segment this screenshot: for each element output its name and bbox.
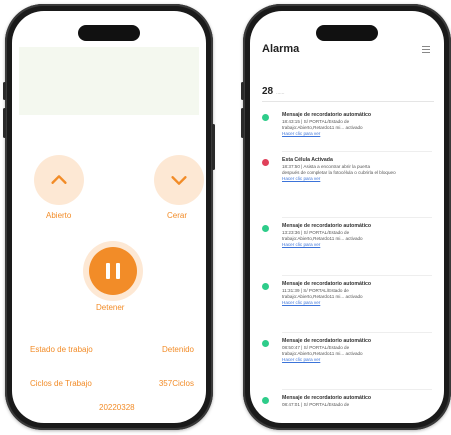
status-dot xyxy=(262,283,269,290)
notification-title: Mensaje de recordatorio automático xyxy=(282,281,372,287)
notification-body: Mensaje de recordatorio automático 11:31:… xyxy=(282,281,432,306)
side-button xyxy=(3,82,6,100)
notification-title: Mensaje de recordatorio automático xyxy=(282,223,372,229)
menu-icon[interactable] xyxy=(422,46,430,55)
chevron-down-icon xyxy=(171,176,187,185)
close-button[interactable] xyxy=(154,155,204,205)
close-label: Cerar xyxy=(167,211,188,220)
side-button xyxy=(241,82,244,100)
notification-title: Mensaje de recordatorio automático xyxy=(282,112,372,118)
control-screen: Abierto Cerar Detener Estado de trabajo … xyxy=(12,11,206,423)
notification-body: Mensaje de recordatorio automático 08:47:… xyxy=(282,395,432,408)
open-label: Abierto xyxy=(46,211,72,220)
side-button xyxy=(212,124,215,170)
stop-button[interactable] xyxy=(89,247,137,295)
notification-line: 08:47:01 | S/ PORTAL/Estado de xyxy=(282,402,350,407)
cycles-label: Ciclos de Trabajo xyxy=(30,379,92,388)
notification-title: Mensaje de recordatorio automático xyxy=(282,395,372,401)
status-dot xyxy=(262,225,269,232)
status-dot xyxy=(262,397,269,404)
phone-control: Abierto Cerar Detener Estado de trabajo … xyxy=(3,4,215,430)
date-header: 28...... xyxy=(262,86,284,97)
status-dot xyxy=(262,340,269,347)
date-code: 20220328 xyxy=(99,403,135,412)
side-button xyxy=(241,108,244,138)
alarm-screen: Alarma 28...... Mensaje de recordatorio … xyxy=(250,11,444,423)
work-state-value: Detenido xyxy=(161,345,194,354)
notification-body: Mensaje de recordatorio automático 18:43:… xyxy=(282,112,432,137)
divider xyxy=(282,151,432,152)
notch xyxy=(78,25,140,41)
side-button xyxy=(3,108,6,138)
date-day: 28 xyxy=(262,86,274,97)
pause-icon xyxy=(106,263,110,279)
date-sub: ...... xyxy=(276,90,285,96)
notification-body: Esta Célula Activada 18:37:50 | Asista a … xyxy=(282,157,432,182)
divider xyxy=(262,101,434,102)
status-panel xyxy=(19,47,199,115)
view-link[interactable]: Hacer clic para ver xyxy=(282,176,432,182)
notification-body: Mensaje de recordatorio automático 08:50:… xyxy=(282,338,432,363)
divider xyxy=(282,217,432,218)
page-title: Alarma xyxy=(262,43,300,55)
divider xyxy=(282,332,432,333)
phone-alarm: Alarma 28...... Mensaje de recordatorio … xyxy=(241,4,451,430)
divider xyxy=(282,389,432,390)
notification-title: Mensaje de recordatorio automático xyxy=(282,338,372,344)
status-dot xyxy=(262,159,269,166)
notification-title: Esta Célula Activada xyxy=(282,157,333,163)
notch xyxy=(316,25,378,41)
notification-body: Mensaje de recordatorio automático 13:23:… xyxy=(282,223,432,248)
chevron-up-icon xyxy=(51,175,67,184)
open-button[interactable] xyxy=(34,155,84,205)
stop-label: Detener xyxy=(96,303,125,312)
view-link[interactable]: Hacer clic para ver xyxy=(282,131,432,137)
view-link[interactable]: Hacer clic para ver xyxy=(282,357,432,363)
cycles-value: 357Ciclos xyxy=(158,379,194,388)
work-state-label: Estado de trabajo xyxy=(30,345,93,354)
divider xyxy=(282,275,432,276)
pause-icon-bar xyxy=(116,263,120,279)
view-link[interactable]: Hacer clic para ver xyxy=(282,242,432,248)
status-dot xyxy=(262,114,269,121)
view-link[interactable]: Hacer clic para ver xyxy=(282,300,432,306)
